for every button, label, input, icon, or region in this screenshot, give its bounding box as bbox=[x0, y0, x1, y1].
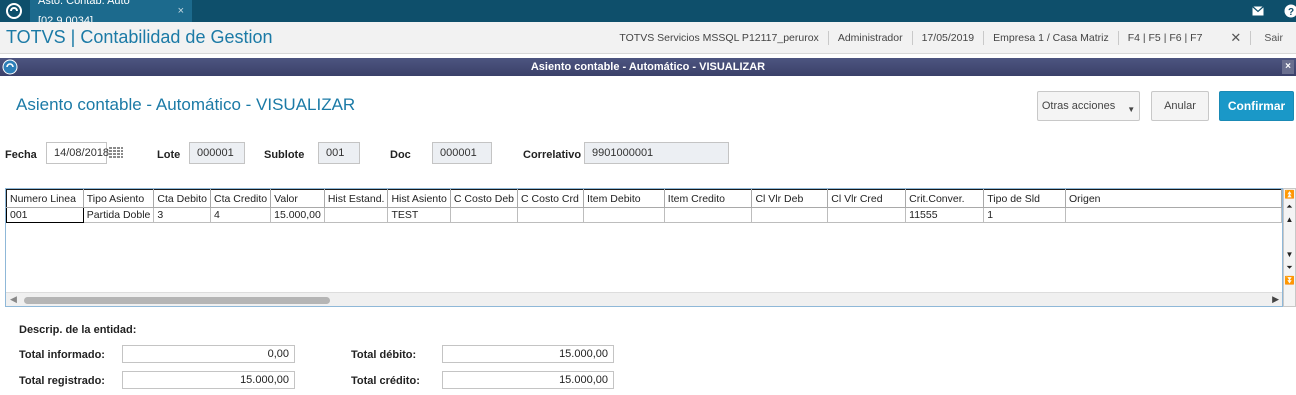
total-credito-label: Total crédito: bbox=[351, 375, 420, 387]
table-cell[interactable]: 1 bbox=[983, 207, 1066, 223]
svg-text:?: ? bbox=[1288, 7, 1294, 18]
lote-label: Lote bbox=[157, 149, 181, 161]
exit-button[interactable]: ✕ Sair bbox=[1211, 31, 1296, 45]
column-header[interactable]: Tipo de Sld bbox=[983, 189, 1066, 208]
exit-label: Sair bbox=[1264, 32, 1283, 44]
tab-close-icon[interactable]: × bbox=[178, 1, 184, 21]
tab-asto-contab-auto[interactable]: Asto. Contab. Auto [02.9.0034] × bbox=[30, 0, 192, 27]
table-cell[interactable]: 001 bbox=[6, 207, 84, 223]
total-debito-field[interactable]: 15.000,00 bbox=[442, 345, 614, 363]
date-info[interactable]: 17/05/2019 bbox=[913, 31, 985, 45]
sublote-label: Sublote bbox=[264, 149, 305, 161]
total-registrado-field[interactable]: 15.000,00 bbox=[122, 371, 295, 389]
table-cell[interactable] bbox=[1065, 207, 1282, 223]
scroll-page-down-icon[interactable]: ⏷ bbox=[1284, 263, 1295, 273]
user-info[interactable]: Administrador bbox=[829, 31, 913, 45]
table-cell[interactable]: 15.000,00 bbox=[270, 207, 325, 223]
column-header[interactable]: Cl Vlr Deb bbox=[751, 189, 829, 208]
top-tab-bar: Asto. Contab. Auto [02.9.0034] × ? bbox=[0, 0, 1296, 27]
column-header[interactable]: Cta Debito bbox=[153, 189, 212, 208]
total-informado-label: Total informado: bbox=[19, 349, 105, 361]
table-cell[interactable]: Partida Doble bbox=[82, 207, 155, 223]
correlativo-field[interactable]: 9901000001 bbox=[584, 142, 729, 164]
column-header[interactable]: Item Debito bbox=[582, 189, 665, 208]
total-registrado-label: Total registrado: bbox=[19, 375, 105, 387]
fecha-label: Fecha bbox=[5, 149, 37, 161]
table-cell[interactable] bbox=[827, 207, 907, 223]
otras-acciones-button[interactable]: Otras acciones ▼ bbox=[1037, 91, 1140, 121]
scrollbar-thumb[interactable] bbox=[24, 297, 330, 304]
scroll-down-icon[interactable]: ▼ bbox=[1284, 250, 1295, 260]
table-cell[interactable] bbox=[323, 207, 389, 223]
scroll-page-up-icon[interactable]: ⏶ bbox=[1284, 202, 1295, 212]
column-header[interactable]: Crit.Conver. bbox=[905, 189, 985, 208]
company-info[interactable]: Empresa 1 / Casa Matriz bbox=[984, 31, 1119, 45]
dialog-close-icon[interactable]: × bbox=[1282, 60, 1294, 74]
column-header[interactable]: Tipo Asiento bbox=[82, 189, 155, 208]
total-debito-label: Total débito: bbox=[351, 349, 417, 361]
shortcut-keys[interactable]: F4 | F5 | F6 | F7 bbox=[1119, 31, 1212, 45]
lote-field[interactable]: 000001 bbox=[189, 142, 245, 164]
page-title: Asiento contable - Automático - VISUALIZ… bbox=[16, 95, 356, 114]
column-header[interactable]: Item Credito bbox=[663, 189, 753, 208]
entries-table: Numero Linea Tipo Asiento Cta Debito Cta… bbox=[6, 189, 1282, 223]
confirmar-button[interactable]: Confirmar bbox=[1219, 91, 1294, 121]
table-cell[interactable]: 11555 bbox=[905, 207, 985, 223]
otras-acciones-label: Otras acciones bbox=[1041, 100, 1116, 112]
grid-header-row: Numero Linea Tipo Asiento Cta Debito Cta… bbox=[6, 189, 1282, 208]
horizontal-scrollbar[interactable]: ◀ ▶ bbox=[6, 292, 1282, 306]
dialog-app-icon bbox=[2, 59, 18, 75]
scroll-bottom-icon[interactable]: ⏬ bbox=[1284, 276, 1295, 286]
table-cell[interactable] bbox=[663, 207, 753, 223]
table-cell[interactable] bbox=[582, 207, 665, 223]
column-header[interactable]: Origen bbox=[1065, 189, 1282, 208]
anular-button[interactable]: Anular bbox=[1151, 91, 1209, 121]
column-header[interactable]: C Costo Crd bbox=[517, 189, 584, 208]
correlativo-label: Correlativo bbox=[523, 149, 582, 161]
table-cell[interactable]: TEST bbox=[387, 207, 451, 223]
column-header[interactable]: Hist Asiento bbox=[387, 189, 451, 208]
doc-label: Doc bbox=[390, 149, 411, 161]
doc-field[interactable]: 000001 bbox=[432, 142, 492, 164]
app-title: TOTVS | Contabilidad de Gestion bbox=[6, 27, 273, 47]
app-header: TOTVS | Contabilidad de Gestion TOTVS Se… bbox=[0, 22, 1296, 54]
scroll-up-icon[interactable]: ▲ bbox=[1284, 215, 1295, 225]
close-icon: ✕ bbox=[1221, 31, 1252, 45]
column-header[interactable]: Numero Linea bbox=[6, 189, 84, 208]
column-header[interactable]: Hist Estand. bbox=[323, 189, 389, 208]
calendar-icon[interactable] bbox=[109, 147, 123, 159]
server-info[interactable]: TOTVS Servicios MSSQL P12117_perurox bbox=[610, 31, 829, 45]
anular-label: Anular bbox=[1164, 100, 1196, 112]
session-info: TOTVS Servicios MSSQL P12117_perurox Adm… bbox=[610, 22, 1296, 54]
column-header[interactable]: C Costo Deb bbox=[449, 189, 519, 208]
fecha-field[interactable]: 14/08/2018 bbox=[46, 142, 109, 164]
descrip-entidad-label: Descrip. de la entidad: bbox=[19, 324, 137, 336]
totvs-logo-icon[interactable] bbox=[6, 3, 22, 19]
table-cell[interactable] bbox=[517, 207, 584, 223]
confirmar-label: Confirmar bbox=[1227, 99, 1286, 113]
dialog-title-bar: Asiento contable - Automático - VISUALIZ… bbox=[0, 58, 1296, 76]
table-row[interactable]: 001 Partida Doble 3 4 15.000,00 TEST 115… bbox=[6, 207, 1282, 223]
column-header[interactable]: Cl Vlr Cred bbox=[827, 189, 907, 208]
scroll-right-icon[interactable]: ▶ bbox=[1272, 294, 1279, 305]
column-header[interactable]: Cta Credito bbox=[210, 189, 272, 208]
table-cell[interactable]: 4 bbox=[210, 207, 272, 223]
total-informado-field[interactable]: 0,00 bbox=[122, 345, 295, 363]
vertical-scrollbar[interactable]: ⏫ ⏶ ▲ ▼ ⏷ ⏬ bbox=[1283, 188, 1296, 307]
total-credito-field[interactable]: 15.000,00 bbox=[442, 371, 614, 389]
table-cell[interactable] bbox=[751, 207, 829, 223]
scroll-top-icon[interactable]: ⏫ bbox=[1284, 190, 1295, 200]
entries-grid[interactable]: Numero Linea Tipo Asiento Cta Debito Cta… bbox=[5, 188, 1283, 307]
table-cell[interactable] bbox=[449, 207, 519, 223]
column-header[interactable]: Valor bbox=[270, 189, 325, 208]
scroll-left-icon[interactable]: ◀ bbox=[10, 294, 17, 305]
dialog-bar-title: Asiento contable - Automático - VISUALIZ… bbox=[530, 61, 766, 73]
mail-icon[interactable] bbox=[1247, 0, 1269, 22]
table-cell[interactable]: 3 bbox=[153, 207, 212, 223]
sublote-field[interactable]: 001 bbox=[318, 142, 360, 164]
help-icon[interactable]: ? bbox=[1280, 0, 1296, 22]
caret-down-icon: ▼ bbox=[1127, 104, 1136, 114]
